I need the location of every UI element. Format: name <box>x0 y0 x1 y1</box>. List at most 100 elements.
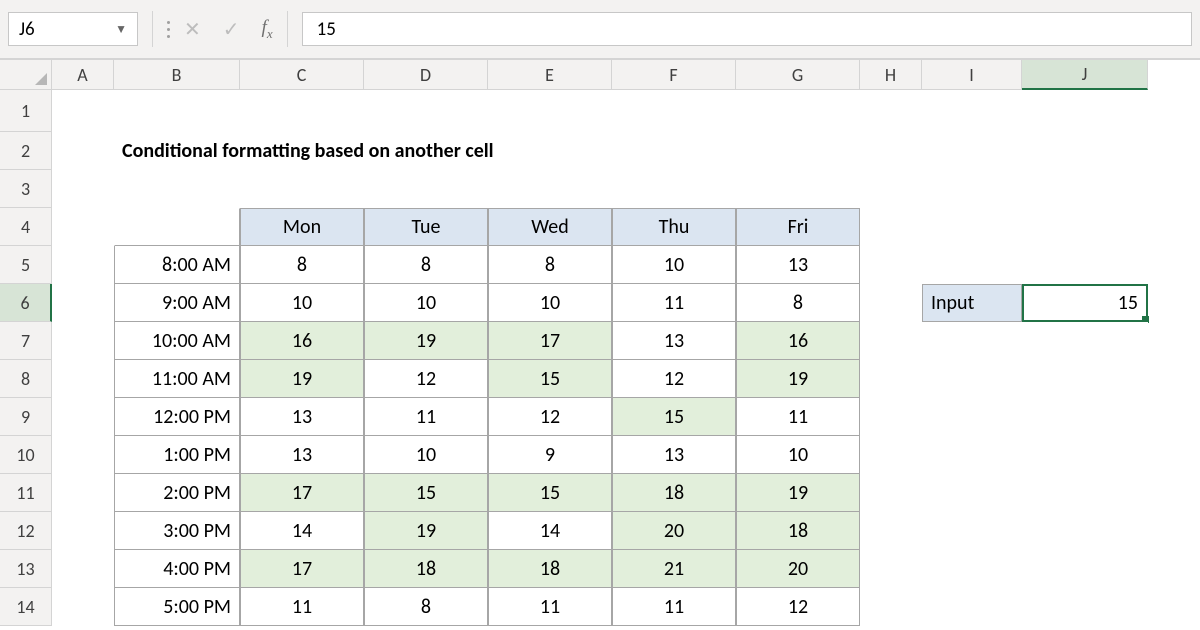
data-cell[interactable]: 17 <box>240 474 364 512</box>
cell-blank[interactable] <box>1022 550 1148 588</box>
input-value-cell[interactable]: 15 <box>1022 284 1148 322</box>
cell-blank[interactable] <box>52 588 114 626</box>
data-cell[interactable]: 8 <box>488 246 612 284</box>
data-cell[interactable]: 9 <box>488 436 612 474</box>
cell-blank[interactable] <box>860 474 922 512</box>
cell-blank[interactable] <box>52 322 114 360</box>
table-header[interactable] <box>114 208 240 246</box>
cell-blank[interactable] <box>1022 90 1148 132</box>
cell-blank[interactable] <box>52 436 114 474</box>
cell-blank[interactable] <box>860 208 922 246</box>
data-cell[interactable]: 8 <box>364 588 488 626</box>
cell-blank[interactable] <box>860 322 922 360</box>
cell-blank[interactable] <box>736 90 860 132</box>
row-header-12[interactable]: 12 <box>0 512 52 550</box>
row-header-7[interactable]: 7 <box>0 322 52 360</box>
cell-blank[interactable] <box>860 132 922 170</box>
cell-blank[interactable] <box>1022 170 1148 208</box>
data-cell[interactable]: 13 <box>240 398 364 436</box>
data-cell[interactable]: 8 <box>736 284 860 322</box>
data-cell[interactable]: 11 <box>488 588 612 626</box>
data-cell[interactable]: 19 <box>240 360 364 398</box>
data-cell[interactable]: 13 <box>612 322 736 360</box>
cell-blank[interactable] <box>52 90 114 132</box>
table-header[interactable]: Tue <box>364 208 488 246</box>
data-cell[interactable]: 15 <box>488 474 612 512</box>
cell-blank[interactable] <box>488 132 612 170</box>
data-cell[interactable]: 11 <box>736 398 860 436</box>
cell-blank[interactable] <box>1022 474 1148 512</box>
cell-blank[interactable] <box>860 512 922 550</box>
cell-blank[interactable] <box>860 360 922 398</box>
data-cell[interactable]: 10 <box>364 284 488 322</box>
cell-blank[interactable] <box>240 90 364 132</box>
cell-blank[interactable] <box>52 284 114 322</box>
formula-input[interactable]: 15 <box>302 12 1192 46</box>
row-header-2[interactable]: 2 <box>0 132 52 170</box>
data-cell[interactable]: 10 <box>612 246 736 284</box>
select-all-corner[interactable] <box>0 60 52 90</box>
data-cell[interactable]: 10 <box>364 436 488 474</box>
time-cell[interactable]: 2:00 PM <box>114 474 240 512</box>
cell-blank[interactable] <box>1022 132 1148 170</box>
cell-blank[interactable] <box>860 550 922 588</box>
cell-blank[interactable] <box>364 170 488 208</box>
cell-blank[interactable] <box>52 132 114 170</box>
name-box[interactable]: J6 ▼ <box>8 12 138 46</box>
data-cell[interactable]: 12 <box>488 398 612 436</box>
cell-blank[interactable] <box>1022 246 1148 284</box>
col-header-E[interactable]: E <box>488 60 612 90</box>
data-cell[interactable]: 18 <box>488 550 612 588</box>
row-header-6[interactable]: 6 <box>0 284 52 322</box>
input-label[interactable]: Input <box>922 284 1022 322</box>
cell-blank[interactable] <box>922 246 1022 284</box>
cell-blank[interactable] <box>922 170 1022 208</box>
data-cell[interactable]: 12 <box>364 360 488 398</box>
col-header-F[interactable]: F <box>612 60 736 90</box>
data-cell[interactable]: 19 <box>364 322 488 360</box>
time-cell[interactable]: 4:00 PM <box>114 550 240 588</box>
row-header-1[interactable]: 1 <box>0 90 52 132</box>
data-cell[interactable]: 15 <box>364 474 488 512</box>
time-cell[interactable]: 11:00 AM <box>114 360 240 398</box>
data-cell[interactable]: 18 <box>612 474 736 512</box>
data-cell[interactable]: 15 <box>488 360 612 398</box>
data-cell[interactable]: 13 <box>736 246 860 284</box>
time-cell[interactable]: 5:00 PM <box>114 588 240 626</box>
cell-blank[interactable] <box>1022 398 1148 436</box>
cell-blank[interactable] <box>922 360 1022 398</box>
data-cell[interactable]: 16 <box>240 322 364 360</box>
data-cell[interactable]: 15 <box>612 398 736 436</box>
cell-blank[interactable] <box>922 322 1022 360</box>
cell-blank[interactable] <box>860 398 922 436</box>
data-cell[interactable]: 13 <box>612 436 736 474</box>
row-header-4[interactable]: 4 <box>0 208 52 246</box>
col-header-I[interactable]: I <box>922 60 1022 90</box>
drag-handle-icon[interactable] <box>167 21 170 38</box>
data-cell[interactable]: 21 <box>612 550 736 588</box>
cell-blank[interactable] <box>1022 512 1148 550</box>
cell-blank[interactable] <box>736 170 860 208</box>
cell-blank[interactable] <box>860 246 922 284</box>
cell-blank[interactable] <box>52 512 114 550</box>
data-cell[interactable]: 19 <box>364 512 488 550</box>
time-cell[interactable]: 8:00 AM <box>114 246 240 284</box>
cell-blank[interactable] <box>860 588 922 626</box>
cell-blank[interactable] <box>922 588 1022 626</box>
data-cell[interactable]: 10 <box>240 284 364 322</box>
data-cell[interactable]: 18 <box>736 512 860 550</box>
cell-blank[interactable] <box>922 436 1022 474</box>
cell-blank[interactable] <box>1022 588 1148 626</box>
col-header-H[interactable]: H <box>860 60 922 90</box>
data-cell[interactable]: 12 <box>612 360 736 398</box>
data-cell[interactable]: 10 <box>736 436 860 474</box>
data-cell[interactable]: 19 <box>736 474 860 512</box>
time-cell[interactable]: 3:00 PM <box>114 512 240 550</box>
row-header-3[interactable]: 3 <box>0 170 52 208</box>
time-cell[interactable]: 12:00 PM <box>114 398 240 436</box>
data-cell[interactable]: 18 <box>364 550 488 588</box>
data-cell[interactable]: 14 <box>240 512 364 550</box>
cell-blank[interactable] <box>1022 436 1148 474</box>
data-cell[interactable]: 20 <box>736 550 860 588</box>
data-cell[interactable]: 20 <box>612 512 736 550</box>
